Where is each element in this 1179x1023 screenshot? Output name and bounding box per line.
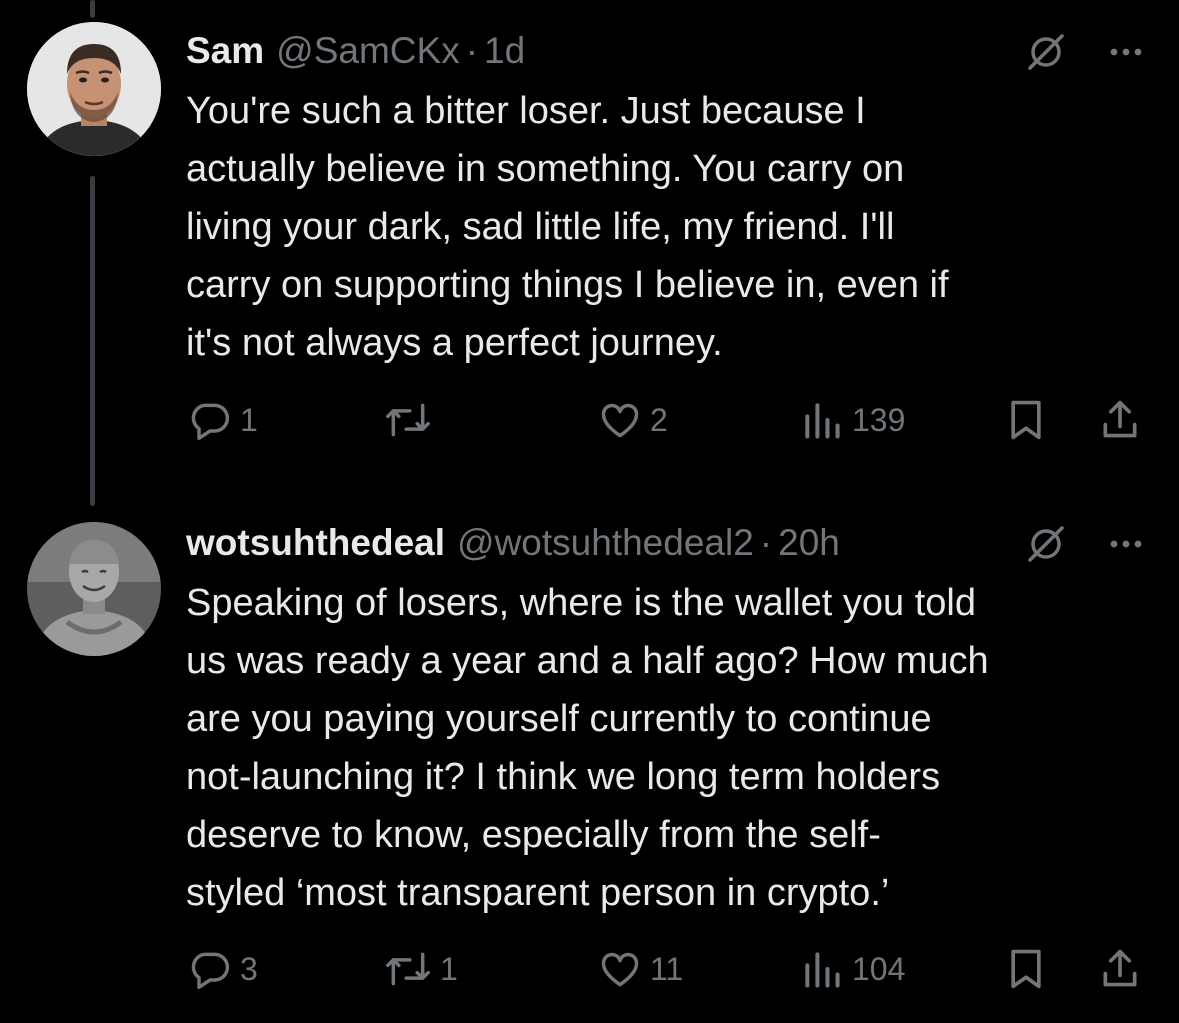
views-button[interactable]: 104 [800,944,905,994]
heart-icon [598,398,642,442]
reply-icon [188,947,232,991]
author-name[interactable]: wotsuhthedeal [186,522,445,564]
reply-count: 1 [240,401,258,438]
reply-count: 3 [240,950,258,987]
tweet-wotsuhthedeal[interactable]: wotsuhthedeal @wotsuhthedeal2 · 20h Spea… [0,500,1179,1020]
reply-icon [188,398,232,442]
author-handle[interactable]: @wotsuhthedeal2 [457,522,754,564]
share-button[interactable] [1098,395,1142,445]
share-button[interactable] [1098,944,1142,994]
retweet-button[interactable] [384,395,440,445]
share-icon [1098,397,1142,443]
bookmark-icon [1004,397,1048,443]
more-icon[interactable] [1104,522,1148,566]
tweet-sam[interactable]: Sam @SamCKx · 1d You're such a bitter lo… [0,0,1179,470]
bookmark-button[interactable] [1004,944,1048,994]
retweet-icon [384,947,432,991]
views-button[interactable]: 139 [800,395,905,445]
views-count: 139 [852,401,906,438]
more-icon[interactable] [1104,30,1148,74]
like-count: 2 [650,401,668,438]
views-count: 104 [852,950,906,987]
like-button[interactable]: 2 [598,395,668,445]
views-icon [800,947,844,991]
reply-button[interactable]: 3 [188,944,258,994]
grok-icon[interactable] [1024,522,1068,566]
retweet-count: 1 [440,950,458,987]
bookmark-icon [1004,946,1048,992]
like-button[interactable]: 11 [598,944,683,994]
timestamp[interactable]: 1d [484,30,525,72]
like-count: 11 [650,950,684,987]
share-icon [1098,946,1142,992]
author-name[interactable]: Sam [186,30,264,72]
grok-icon[interactable] [1024,30,1068,74]
action-bar: 3 1 11 104 [186,944,1146,994]
timestamp[interactable]: 20h [778,522,840,564]
bookmark-button[interactable] [1004,395,1048,445]
views-icon [800,398,844,442]
retweet-button[interactable]: 1 [384,944,458,994]
retweet-icon [384,398,432,442]
tweet-header: Sam @SamCKx · 1d [186,28,1159,74]
avatar-sam[interactable] [27,22,161,156]
separator-dot: · [759,522,773,563]
heart-icon [598,947,642,991]
action-bar: 1 2 139 [186,395,1146,445]
separator-dot: · [465,30,479,71]
tweet-header: wotsuhthedeal @wotsuhthedeal2 · 20h [186,520,1159,566]
tweet-text: Speaking of losers, where is the wallet … [186,582,989,914]
reply-button[interactable]: 1 [188,395,258,445]
author-handle[interactable]: @SamCKx [276,30,460,72]
avatar-wotsuhthedeal[interactable] [27,522,161,656]
tweet-text: You're such a bitter loser. Just because… [186,90,949,364]
